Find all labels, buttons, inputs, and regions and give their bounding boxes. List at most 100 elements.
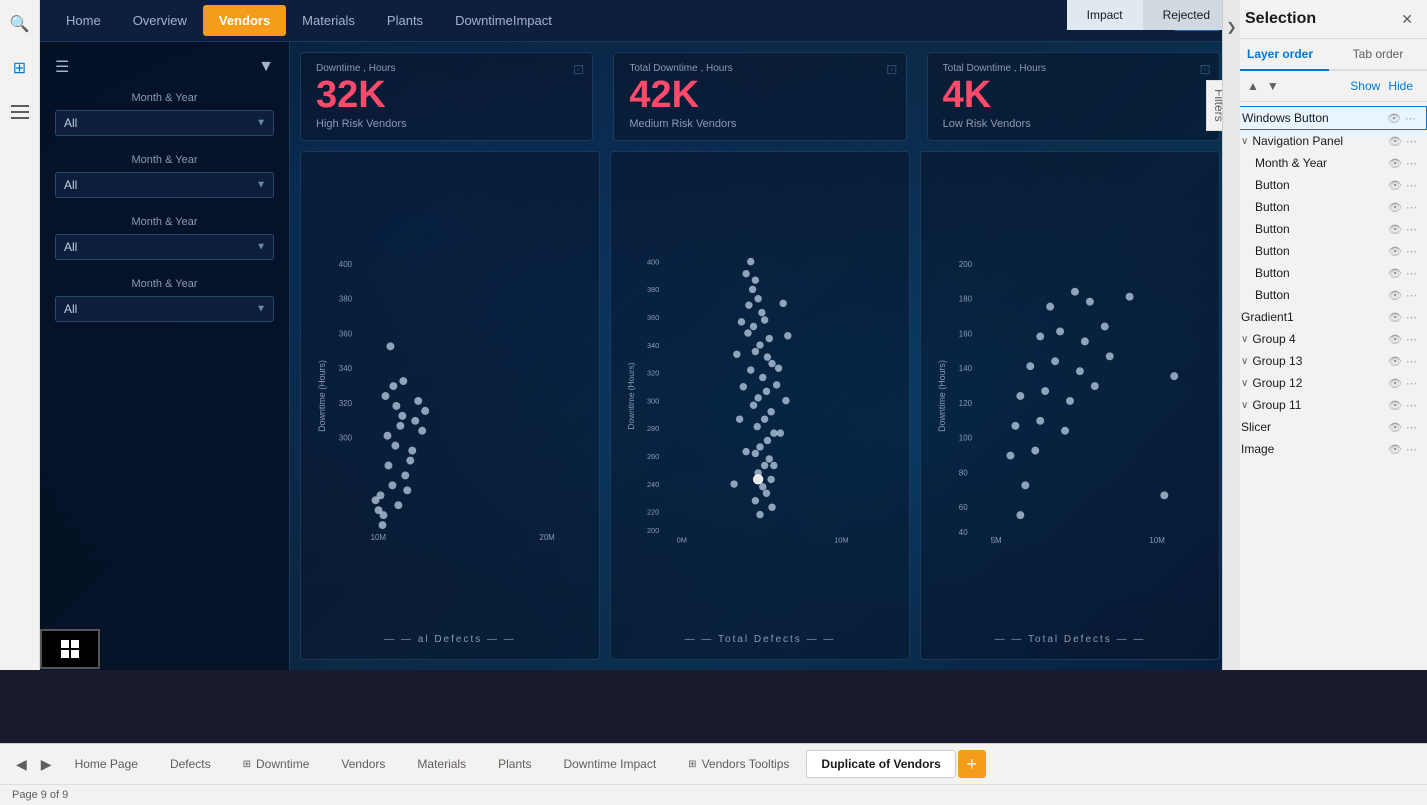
layer-name-button-6: Button (1255, 288, 1384, 302)
stat-card-high-risk: Downtime , Hours 32K High Risk Vendors ⊡ (300, 52, 593, 141)
layer-item-group11[interactable]: ∨ Group 11 👁 ⋯ (1231, 394, 1427, 416)
layer-more-navigation-panel[interactable]: ⋯ (1406, 135, 1417, 148)
layer-eye-button-2[interactable]: 👁 (1388, 201, 1402, 214)
layer-item-group12[interactable]: ∨ Group 12 👁 ⋯ (1231, 372, 1427, 394)
layer-more-button-6[interactable]: ⋯ (1406, 289, 1417, 302)
sidebar-icon-grid[interactable]: ⊞ (6, 54, 34, 82)
layer-eye-gradient1[interactable]: 👁 (1388, 311, 1402, 324)
add-tab-button[interactable]: + (958, 750, 986, 778)
layer-eye-button-3[interactable]: 👁 (1388, 223, 1402, 236)
page-tab-vendors[interactable]: Vendors (326, 750, 400, 778)
layer-item-button-2[interactable]: Button 👁 ⋯ (1231, 196, 1427, 218)
layer-item-button-5[interactable]: Button 👁 ⋯ (1231, 262, 1427, 284)
layer-eye-group4[interactable]: 👁 (1388, 333, 1402, 346)
page-tab-plants[interactable]: Plants (483, 750, 546, 778)
layer-more-slicer[interactable]: ⋯ (1406, 421, 1417, 434)
filter-select-4[interactable]: All (55, 296, 274, 322)
tab-layer-order[interactable]: Layer order (1231, 39, 1329, 71)
page-tab-vendors-tooltips[interactable]: ⊞ Vendors Tooltips (673, 750, 804, 778)
layer-more-button-4[interactable]: ⋯ (1406, 245, 1417, 258)
layer-name-group13: Group 13 (1252, 354, 1384, 368)
filter-icon[interactable]: ▼ (258, 58, 274, 76)
page-tab-downtime-impact[interactable]: Downtime Impact (548, 750, 671, 778)
layer-more-button-5[interactable]: ⋯ (1406, 267, 1417, 280)
layer-more-image[interactable]: ⋯ (1406, 443, 1417, 456)
layer-eye-image[interactable]: 👁 (1388, 443, 1402, 456)
layer-eye-windows-button[interactable]: 👁 (1387, 112, 1401, 125)
layer-eye-button-4[interactable]: 👁 (1388, 245, 1402, 258)
layer-item-windows-button[interactable]: Windows Button 👁 ⋯ (1231, 106, 1427, 130)
windows-button[interactable] (40, 629, 100, 669)
hide-button[interactable]: Hide (1388, 79, 1413, 93)
impact-button[interactable]: Impact (1067, 0, 1143, 30)
nav-home[interactable]: Home (50, 5, 117, 36)
corner-icon-low: ⊡ (1199, 61, 1211, 78)
layer-eye-group13[interactable]: 👁 (1388, 355, 1402, 368)
layer-eye-button-1[interactable]: 👁 (1388, 179, 1402, 192)
layer-more-group13[interactable]: ⋯ (1406, 355, 1417, 368)
collapse-bar[interactable]: ❯ (1222, 0, 1240, 670)
nav-vendors[interactable]: Vendors (203, 5, 286, 36)
filter-group-2: Month & Year All ▼ (55, 154, 274, 198)
layer-item-group13[interactable]: ∨ Group 13 👁 ⋯ (1231, 350, 1427, 372)
layer-more-month-year[interactable]: ⋯ (1406, 157, 1417, 170)
filter-select-1[interactable]: All (55, 110, 274, 136)
layer-eye-group11[interactable]: 👁 (1388, 399, 1402, 412)
layer-item-group4[interactable]: ∨ Group 4 👁 ⋯ (1231, 328, 1427, 350)
layer-item-gradient1[interactable]: Gradient1 👁 ⋯ (1231, 306, 1427, 328)
layer-item-button-3[interactable]: Button 👁 ⋯ (1231, 218, 1427, 240)
sidebar-icon-search[interactable]: 🔍 (6, 10, 34, 38)
page-tab-home[interactable]: Home Page (60, 750, 153, 778)
nav-overview[interactable]: Overview (117, 5, 203, 36)
svg-text:240: 240 (647, 480, 659, 489)
filter-select-3[interactable]: All (55, 234, 274, 260)
layer-eye-button-5[interactable]: 👁 (1388, 267, 1402, 280)
arrow-up-btn[interactable]: ▲ (1245, 77, 1261, 95)
layer-eye-navigation-panel[interactable]: 👁 (1388, 135, 1402, 148)
page-tab-materials[interactable]: Materials (402, 750, 481, 778)
svg-text:Downtime (Hours): Downtime (Hours) (626, 362, 636, 429)
layer-more-group12[interactable]: ⋯ (1406, 377, 1417, 390)
arrow-down-btn[interactable]: ▼ (1265, 77, 1281, 95)
layer-actions-button-2: 👁 ⋯ (1388, 201, 1417, 214)
layer-item-month-year[interactable]: Month & Year 👁 ⋯ (1231, 152, 1427, 174)
show-button[interactable]: Show (1350, 79, 1380, 93)
hamburger-icon[interactable]: ☰ (55, 57, 69, 77)
layer-eye-group12[interactable]: 👁 (1388, 377, 1402, 390)
tab-next-button[interactable]: ▶ (35, 752, 58, 777)
layer-more-button-3[interactable]: ⋯ (1406, 223, 1417, 236)
layer-item-image[interactable]: Image 👁 ⋯ (1231, 438, 1427, 460)
rejected-button[interactable]: Rejected (1143, 0, 1230, 30)
layer-eye-button-6[interactable]: 👁 (1388, 289, 1402, 302)
layer-more-group4[interactable]: ⋯ (1406, 333, 1417, 346)
tab-prev-button[interactable]: ◀ (10, 752, 33, 777)
layer-item-button-4[interactable]: Button 👁 ⋯ (1231, 240, 1427, 262)
page-tab-duplicate-vendors[interactable]: Duplicate of Vendors (806, 750, 955, 778)
layer-item-navigation-panel[interactable]: ∨ Navigation Panel 👁 ⋯ (1231, 130, 1427, 152)
page-tab-downtime[interactable]: ⊞ Downtime (228, 750, 325, 778)
stat-sublabel-high: High Risk Vendors (316, 118, 577, 130)
layer-more-button-2[interactable]: ⋯ (1406, 201, 1417, 214)
nav-plants[interactable]: Plants (371, 5, 439, 36)
layer-actions-group4: 👁 ⋯ (1388, 333, 1417, 346)
corner-icon-medium: ⊡ (886, 61, 898, 78)
nav-materials[interactable]: Materials (286, 5, 371, 36)
layer-item-slicer[interactable]: Slicer 👁 ⋯ (1231, 416, 1427, 438)
layer-more-group11[interactable]: ⋯ (1406, 399, 1417, 412)
filter-select-2[interactable]: All (55, 172, 274, 198)
layer-eye-month-year[interactable]: 👁 (1388, 157, 1402, 170)
nav-downtime-impact[interactable]: DowntimeImpact (439, 5, 568, 36)
sidebar-icon-layers[interactable] (6, 98, 34, 126)
layer-item-button-6[interactable]: Button 👁 ⋯ (1231, 284, 1427, 306)
layer-eye-slicer[interactable]: 👁 (1388, 421, 1402, 434)
page-tab-defects[interactable]: Defects (155, 750, 226, 778)
tab-tab-order[interactable]: Tab order (1329, 39, 1427, 71)
layer-name-slicer: Slicer (1241, 420, 1384, 434)
layer-item-button-1[interactable]: Button 👁 ⋯ (1231, 174, 1427, 196)
svg-text:340: 340 (647, 341, 659, 350)
layer-more-windows-button[interactable]: ⋯ (1405, 112, 1416, 125)
layer-more-gradient1[interactable]: ⋯ (1406, 311, 1417, 324)
layer-more-button-1[interactable]: ⋯ (1406, 179, 1417, 192)
close-icon[interactable]: ✕ (1401, 11, 1413, 28)
stat-sublabel-medium: Medium Risk Vendors (629, 118, 890, 130)
